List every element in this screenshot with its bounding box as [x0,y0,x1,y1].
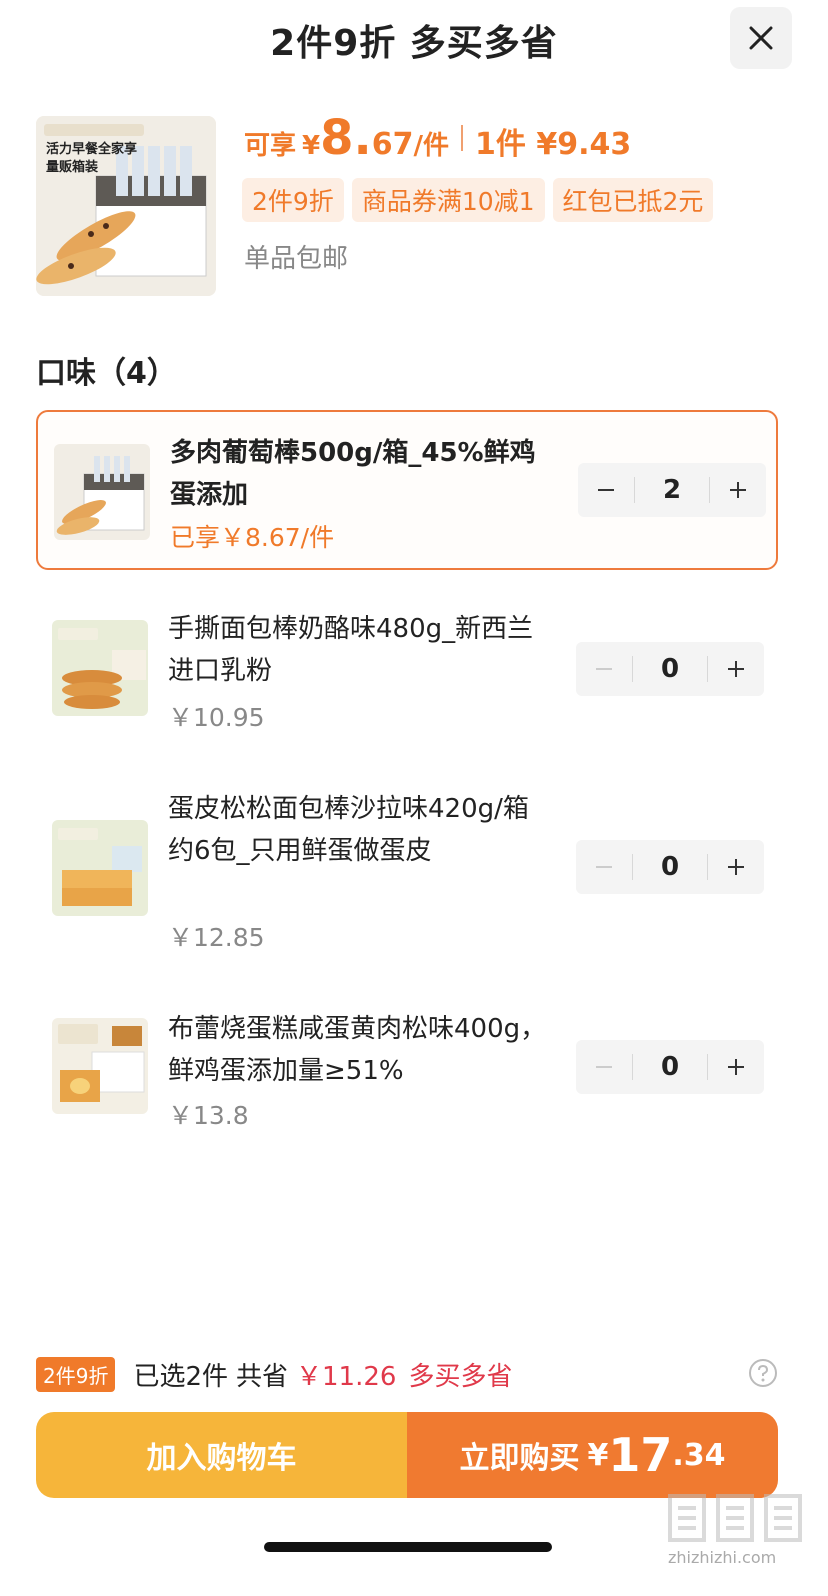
quantity-value[interactable]: 0 [633,1052,707,1082]
discount-badge: 2件9折 [36,1356,116,1392]
option-item[interactable]: 布蕾烧蛋糕咸蛋黄肉松味400g，鲜鸡蛋添加量≥51% ￥13.8 0 [36,1008,778,1138]
buy-price-decimal: .34 [672,1437,726,1473]
plus-icon [728,661,744,677]
quantity-value[interactable]: 2 [635,475,709,505]
option-name: 手撕面包棒奶酪味480g_新西兰进口乳粉 [168,614,534,686]
divider [461,125,463,151]
add-to-cart-button[interactable]: 加入购物车 [36,1412,407,1498]
save-label: 共省 [236,1361,289,1392]
promo-tag: 商品券满10减1 [351,178,545,222]
shipping-note: 单品包邮 [244,244,349,274]
promo-tags: 2件9折 商品券满10减1 红包已抵2元 [242,178,714,222]
currency: ¥ [302,131,321,161]
save-amount: ￥11.26 [296,1361,397,1392]
close-button[interactable] [730,7,792,69]
image-caption: 活力早餐全家享 [46,142,138,157]
price-unit: /件 [413,131,450,161]
minus-icon [598,489,614,491]
quantity-value[interactable]: 0 [633,654,707,684]
plus-icon [728,859,744,875]
decrease-button[interactable] [576,1040,632,1094]
option-price: ￥12.85 [168,923,265,952]
option-item[interactable]: 手撕面包棒奶酪味480g_新西兰进口乳粉 ￥10.95 0 [36,592,778,752]
sheet-title: 2件9折 多买多省 [270,23,558,64]
quantity-stepper: 0 [576,1040,764,1094]
minus-icon [596,866,612,868]
decrease-button[interactable] [576,840,632,894]
option-image [52,1018,148,1114]
option-image [52,820,148,916]
option-item[interactable]: 蛋皮松松面包棒沙拉味420g/箱约6包_只用鲜蛋做蛋皮 ￥12.85 0 [36,786,778,956]
plus-icon [730,482,746,498]
price-line: 可享 ¥ 8. 67 /件 1件 ¥9.43 [244,112,631,164]
price-decimal: 67 [371,127,414,162]
decrease-button[interactable] [576,642,632,696]
increase-button[interactable] [710,463,766,517]
promo-text: 多买多省 [408,1361,513,1392]
plus-icon [728,1059,744,1075]
option-name: 布蕾烧蛋糕咸蛋黄肉松味400g，鲜鸡蛋添加量≥51% [168,1014,547,1086]
minus-icon [596,668,612,670]
option-price: ￥10.95 [168,703,265,732]
option-name: 蛋皮松松面包棒沙拉味420g/箱约6包_只用鲜蛋做蛋皮 [168,794,529,866]
flavor-section-title: 口味（4） [36,356,177,391]
selection-summary: 2件9折 已选2件 共省 ￥11.26 多买多省 [36,1354,778,1394]
option-item[interactable]: 多肉葡萄棒500g/箱_45%鲜鸡蛋添加 已享￥8.67/件 2 [36,410,778,570]
price-integer: 8. [320,110,372,166]
image-caption: 量贩箱装 [46,160,99,175]
watermark-text: zhizhizhi.com [668,1548,777,1567]
price-label: 可享 [244,131,297,161]
close-icon [749,26,773,50]
action-buttons: 加入购物车 立即购买 ¥ 17 .34 [36,1412,778,1498]
option-name: 多肉葡萄棒500g/箱_45%鲜鸡蛋添加 [170,438,536,510]
option-image [54,444,150,540]
buy-now-button[interactable]: 立即购买 ¥ 17 .34 [407,1412,778,1498]
buy-price-integer: 17 [608,1428,673,1482]
home-indicator [264,1542,552,1552]
sku-selector-sheet: 2件9折 多买多省 活力早餐全家享 量贩箱装 可享 ¥ 8. 67 /件 1件 … [0,0,828,1596]
buy-label: 立即购买 [459,1441,580,1476]
quantity-stepper: 2 [578,463,766,517]
quantity-stepper: 0 [576,642,764,696]
minus-icon [596,1066,612,1068]
currency: ¥ [587,1437,609,1473]
single-price: 1件 ¥9.43 [475,127,632,162]
quantity-stepper: 0 [576,840,764,894]
option-price: 已享￥8.67/件 [170,523,335,552]
option-image [52,620,148,716]
promo-tag: 2件9折 [242,178,344,222]
product-image: 活力早餐全家享 量贩箱装 [36,116,216,296]
promo-tag: 红包已抵2元 [552,178,714,222]
increase-button[interactable] [708,642,764,696]
decrease-button[interactable] [578,463,634,517]
watermark-logo [668,1494,802,1542]
increase-button[interactable] [708,1040,764,1094]
increase-button[interactable] [708,840,764,894]
help-circle-icon[interactable] [748,1358,778,1388]
option-price: ￥13.8 [168,1101,249,1130]
quantity-value[interactable]: 0 [633,852,707,882]
selected-count: 已选2件 [133,1361,228,1392]
